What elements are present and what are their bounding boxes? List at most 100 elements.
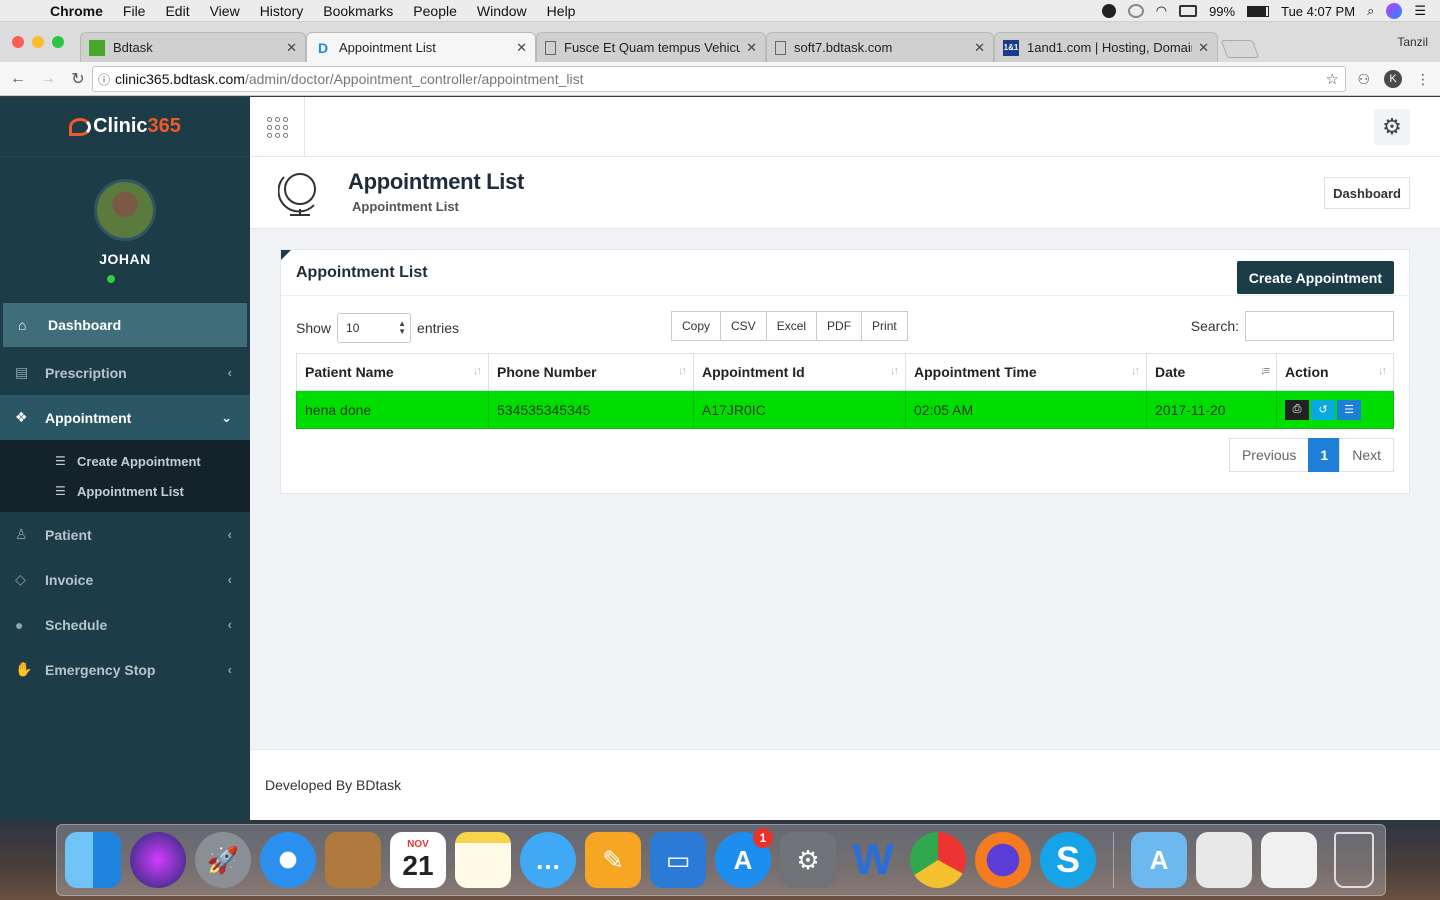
details-row-button[interactable]: ☰ xyxy=(1337,399,1361,420)
history-row-button[interactable]: ↺ xyxy=(1311,399,1335,420)
minimize-window-button[interactable] xyxy=(32,36,44,48)
address-bar[interactable]: ⓘ clinic365.bdtask.com /admin/doctor/App… xyxy=(92,66,1346,92)
zoom-window-button[interactable] xyxy=(52,36,64,48)
cell-date: 2017-11-20 xyxy=(1146,390,1277,429)
excel-button[interactable]: Excel xyxy=(765,311,818,341)
finder-icon[interactable] xyxy=(65,832,121,888)
sidebar-item-prescription[interactable]: ▤ Prescription ‹ xyxy=(0,350,250,395)
menu-window[interactable]: Window xyxy=(467,3,537,19)
csv-button[interactable]: CSV xyxy=(720,311,767,341)
menu-app[interactable]: Chrome xyxy=(40,3,113,19)
next-page-button[interactable]: Next xyxy=(1339,438,1394,472)
settings-button[interactable]: ⚙ xyxy=(1374,109,1410,145)
messages-icon[interactable]: … xyxy=(520,832,576,888)
sidebar-item-appointment[interactable]: ❖ Appointment ⌄ xyxy=(0,395,250,440)
contacts-icon[interactable] xyxy=(325,832,381,888)
column-header-appointment-time[interactable]: Appointment Time ↓↑ xyxy=(905,353,1147,391)
sidebar-item-schedule[interactable]: ● Schedule ‹ xyxy=(0,602,250,647)
battery-icon[interactable] xyxy=(1247,5,1270,17)
menu-people[interactable]: People xyxy=(403,3,467,19)
notification-center-icon[interactable]: ☰ xyxy=(1414,3,1426,19)
tab-1and1[interactable]: 1&1 1and1.com | Hosting, Domains ✕ xyxy=(994,32,1218,62)
close-window-button[interactable] xyxy=(12,36,24,48)
print-row-button[interactable]: ⎙ xyxy=(1285,399,1309,420)
copy-button[interactable]: Copy xyxy=(671,311,722,341)
tab-fusce[interactable]: Fusce Et Quam tempus Vehicula ✕ xyxy=(536,32,766,62)
close-tab-icon[interactable]: ✕ xyxy=(974,40,985,56)
column-label: Patient Name xyxy=(305,364,394,380)
notes-icon[interactable] xyxy=(455,832,511,888)
dashboard-breadcrumb-button[interactable]: Dashboard xyxy=(1324,177,1410,209)
column-header-action[interactable]: Action ↓↑ xyxy=(1276,353,1394,391)
pdf-button[interactable]: PDF xyxy=(816,311,863,341)
pages-icon[interactable]: ✎ xyxy=(585,832,641,888)
creative-cloud-icon[interactable] xyxy=(1127,4,1144,18)
skype-icon[interactable]: S xyxy=(1040,832,1096,888)
page-button-current[interactable]: 1 xyxy=(1308,438,1341,472)
menu-file[interactable]: File xyxy=(113,3,156,19)
close-tab-icon[interactable]: ✕ xyxy=(516,40,527,56)
menu-toggle-button[interactable] xyxy=(250,97,305,157)
downloads-stack-icon[interactable] xyxy=(1261,832,1317,888)
documents-stack-icon[interactable] xyxy=(1196,832,1252,888)
avatar[interactable] xyxy=(94,179,156,241)
trash-icon[interactable] xyxy=(1334,832,1374,888)
system-preferences-icon[interactable]: ⚙ xyxy=(780,832,836,888)
safari-icon[interactable] xyxy=(260,832,316,888)
sidebar-item-dashboard[interactable]: ⌂ Dashboard xyxy=(3,303,247,347)
wifi-icon[interactable]: ◠ xyxy=(1156,3,1167,19)
menu-help[interactable]: Help xyxy=(537,3,586,19)
sidebar-item-invoice[interactable]: ◇ Invoice ‹ xyxy=(0,557,250,602)
submenu-appointment-list[interactable]: ☰ Appointment List xyxy=(0,476,250,506)
keynote-icon[interactable]: ▭ xyxy=(650,832,706,888)
chrome-icon[interactable] xyxy=(910,832,966,888)
menu-history[interactable]: History xyxy=(250,3,314,19)
column-header-date[interactable]: Date ↓≡ xyxy=(1146,353,1277,391)
search-input[interactable] xyxy=(1245,311,1394,341)
skype-tray-icon[interactable] xyxy=(1101,4,1116,18)
sort-desc-icon: ↓≡ xyxy=(1260,365,1270,377)
info-icon[interactable]: ⓘ xyxy=(93,71,115,88)
page-length-select[interactable]: 10 ▲ ▼ xyxy=(337,313,412,343)
profile-avatar[interactable]: K xyxy=(1384,70,1402,88)
menu-bookmarks[interactable]: Bookmarks xyxy=(313,3,403,19)
tab-bdtask[interactable]: Bdtask ✕ xyxy=(80,32,306,62)
back-icon[interactable]: ← xyxy=(6,70,30,88)
sidebar-item-emergency-stop[interactable]: ✋ Emergency Stop ‹ xyxy=(0,647,250,692)
spotlight-icon[interactable]: ⌕ xyxy=(1367,3,1374,19)
table-row[interactable]: hena done 534535345345 A17JR0IC 02:05 AM… xyxy=(296,390,1394,429)
menu-edit[interactable]: Edit xyxy=(155,3,199,19)
airplay-icon[interactable] xyxy=(1179,5,1198,17)
create-appointment-button[interactable]: Create Appointment xyxy=(1236,261,1394,294)
reload-icon[interactable]: ↻ xyxy=(66,69,90,89)
menu-view[interactable]: View xyxy=(200,3,250,19)
brand-logo[interactable]: Clinic 365 xyxy=(0,97,250,157)
forward-icon[interactable]: → xyxy=(36,70,60,88)
column-header-appointment-id[interactable]: Appointment Id ↓↑ xyxy=(693,353,906,391)
launchpad-icon[interactable]: 🚀 xyxy=(195,832,251,888)
siri-icon[interactable] xyxy=(130,832,186,888)
print-button[interactable]: Print xyxy=(861,311,908,341)
tab-soft7[interactable]: soft7.bdtask.com ✕ xyxy=(766,32,994,62)
close-tab-icon[interactable]: ✕ xyxy=(1198,40,1209,56)
new-tab-button[interactable] xyxy=(1220,40,1260,58)
column-header-patient-name[interactable]: Patient Name ↓↑ xyxy=(296,353,489,391)
column-header-phone-number[interactable]: Phone Number ↓↑ xyxy=(488,353,694,391)
bookmark-star-icon[interactable]: ☆ xyxy=(1326,70,1339,88)
word-icon[interactable]: W xyxy=(845,832,901,888)
chrome-menu-icon[interactable]: ⋮ xyxy=(1416,71,1430,88)
siri-icon[interactable] xyxy=(1386,3,1403,19)
firefox-icon[interactable] xyxy=(975,832,1031,888)
app-store-icon[interactable]: A 1 xyxy=(715,828,773,888)
profile-name[interactable]: Tanzil xyxy=(1397,35,1428,49)
tab-appointment-list[interactable]: D Appointment List ✕ xyxy=(306,32,536,62)
previous-page-button[interactable]: Previous xyxy=(1228,438,1310,472)
close-tab-icon[interactable]: ✕ xyxy=(286,40,297,56)
extension-icon[interactable]: ⚇ xyxy=(1357,71,1370,88)
calendar-icon[interactable]: NOV 21 xyxy=(390,832,446,888)
submenu-create-appointment[interactable]: ☰ Create Appointment xyxy=(0,446,250,476)
clock[interactable]: Tue 4:07 PM xyxy=(1281,4,1355,19)
applications-folder-icon[interactable]: A xyxy=(1131,832,1187,888)
sidebar-item-patient[interactable]: ♙ Patient ‹ xyxy=(0,512,250,557)
close-tab-icon[interactable]: ✕ xyxy=(746,40,757,56)
